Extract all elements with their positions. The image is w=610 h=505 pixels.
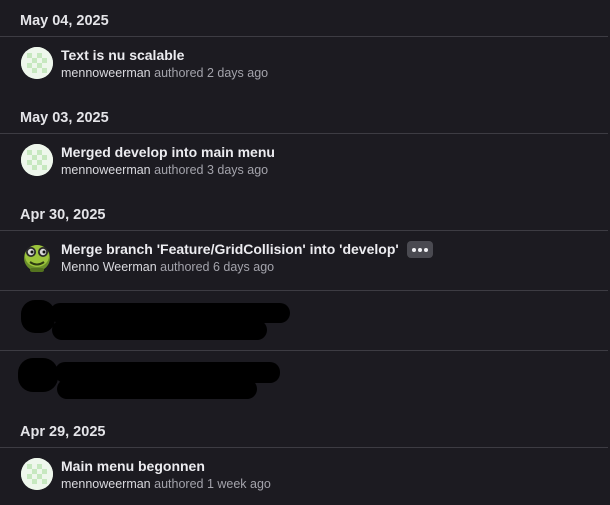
commit-meta: mennoweerman authored 1 week ago bbox=[61, 477, 271, 491]
commit-message[interactable]: Merge branch 'Feature/GridCollision' int… bbox=[61, 240, 433, 259]
commit-meta: mennoweerman authored 3 days ago bbox=[61, 163, 268, 177]
commit-row[interactable]: Merged develop into main menu mennoweerm… bbox=[0, 144, 608, 190]
divider bbox=[0, 447, 608, 448]
alien-avatar[interactable] bbox=[21, 241, 53, 273]
commit-meta: mennoweerman authored 2 days ago bbox=[61, 66, 268, 80]
commit-row[interactable]: Text is nu scalable mennoweerman authore… bbox=[0, 47, 608, 93]
commit-time: authored 3 days ago bbox=[154, 163, 269, 177]
commit-row[interactable]: Main menu begonnen mennoweerman authored… bbox=[0, 458, 608, 504]
divider bbox=[0, 230, 608, 231]
ellipsis-icon[interactable] bbox=[406, 240, 433, 258]
divider bbox=[0, 133, 608, 134]
commit-message-text[interactable]: Merge branch 'Feature/GridCollision' int… bbox=[61, 241, 399, 257]
divider bbox=[0, 36, 608, 37]
redaction-mark bbox=[57, 379, 257, 399]
commit-message[interactable]: Text is nu scalable bbox=[61, 47, 184, 63]
date-header: May 03, 2025 bbox=[20, 110, 109, 126]
commit-time: authored 2 days ago bbox=[154, 66, 269, 80]
commit-author[interactable]: mennoweerman bbox=[61, 66, 151, 80]
date-header: Apr 30, 2025 bbox=[20, 207, 106, 223]
divider bbox=[0, 350, 608, 351]
commit-meta: Menno Weerman authored 6 days ago bbox=[61, 260, 274, 274]
commit-author[interactable]: Menno Weerman bbox=[61, 260, 157, 274]
identicon-avatar[interactable] bbox=[21, 458, 53, 490]
redaction-mark bbox=[52, 320, 267, 340]
commit-message[interactable]: Merged develop into main menu bbox=[61, 144, 275, 160]
commit-author[interactable]: mennoweerman bbox=[61, 163, 151, 177]
identicon-avatar[interactable] bbox=[21, 47, 53, 79]
date-header: May 04, 2025 bbox=[20, 13, 109, 29]
identicon-avatar[interactable] bbox=[21, 144, 53, 176]
commit-row[interactable]: Merge branch 'Feature/GridCollision' int… bbox=[0, 240, 608, 287]
date-header: Apr 29, 2025 bbox=[20, 424, 106, 440]
commit-message[interactable]: Main menu begonnen bbox=[61, 458, 205, 474]
redaction-mark bbox=[18, 358, 58, 392]
commit-time: authored 6 days ago bbox=[160, 260, 275, 274]
divider bbox=[0, 290, 608, 291]
commit-author[interactable]: mennoweerman bbox=[61, 477, 151, 491]
commit-time: authored 1 week ago bbox=[154, 477, 271, 491]
